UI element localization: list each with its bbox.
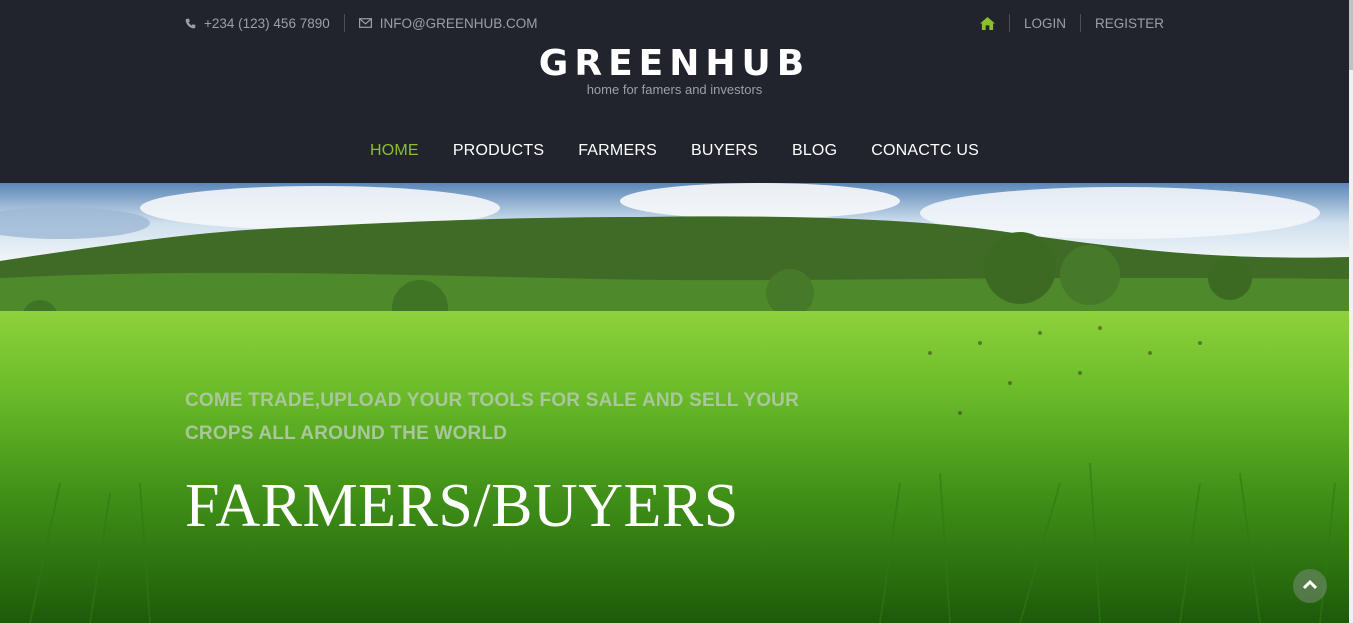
nav-contact[interactable]: CONACTC US [871,142,979,160]
site-title: GREENHUB [538,43,811,84]
phone-contact[interactable]: +234 (123) 456 7890 [185,16,330,31]
nav-blog[interactable]: BLOG [792,142,837,160]
phone-icon [185,18,196,29]
nav-home[interactable]: HOME [370,142,419,160]
scrollbar-thumb[interactable] [1349,0,1353,70]
envelope-icon [358,18,372,28]
nav-buyers[interactable]: BUYERS [691,142,758,160]
email-address: INFO@GREENHUB.COM [379,15,538,31]
home-icon[interactable] [980,16,995,30]
site-tagline: home for famers and investors [586,82,763,97]
scroll-to-top-button[interactable] [1293,569,1327,603]
login-link[interactable]: LOGIN [1024,16,1066,31]
email-contact[interactable]: INFO@GREENHUB.COM [358,15,538,31]
brand[interactable]: GREENHUB home for famers and investors [0,42,1349,97]
main-nav: HOME PRODUCTS FARMERS BUYERS BLOG CONACT… [0,142,1349,160]
hero-banner: COME TRADE,UPLOAD YOUR TOOLS FOR SALE AN… [0,183,1349,623]
chevron-up-icon [1302,577,1318,595]
divider [1079,14,1081,32]
account-bar: LOGIN REGISTER [980,13,1164,33]
nav-products[interactable]: PRODUCTS [453,142,544,160]
page-scrollbar[interactable] [1349,0,1353,623]
register-link[interactable]: REGISTER [1095,16,1164,31]
divider [1008,14,1010,32]
divider [343,14,345,32]
contact-bar: +234 (123) 456 7890 INFO@GREENHUB.COM [185,13,537,33]
site-header: +234 (123) 456 7890 INFO@GREENHUB.COM LO… [0,0,1349,183]
hero-headline: FARMERS/BUYERS [185,472,739,540]
nav-farmers[interactable]: FARMERS [578,142,657,160]
hero-subtitle: COME TRADE,UPLOAD YOUR TOOLS FOR SALE AN… [185,390,800,444]
phone-number: +234 (123) 456 7890 [204,15,330,31]
